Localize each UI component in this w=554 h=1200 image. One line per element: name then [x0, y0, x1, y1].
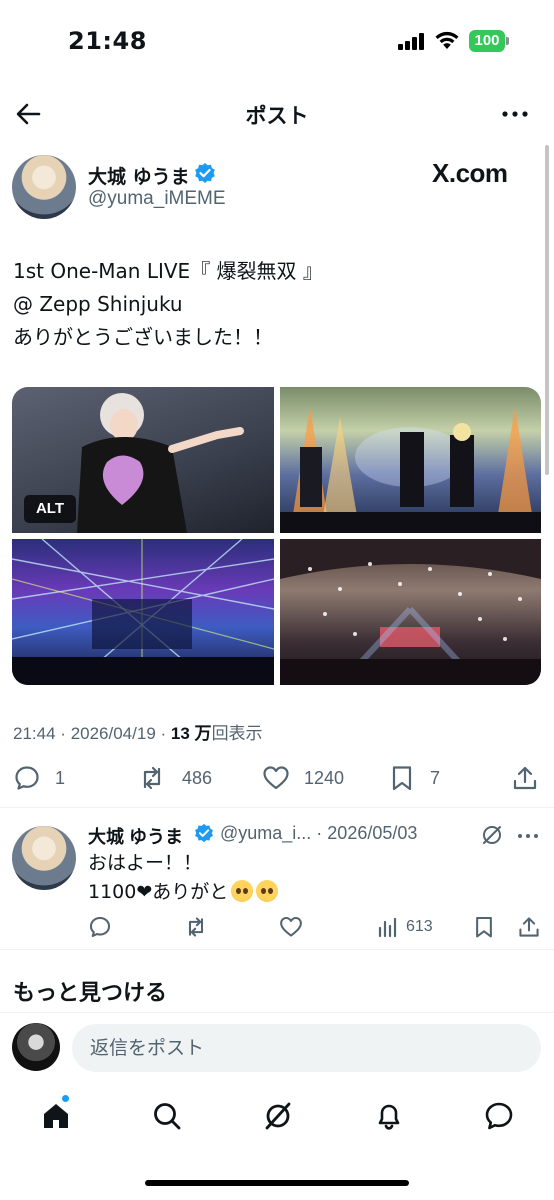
share-icon	[519, 917, 539, 937]
scrollbar[interactable]	[545, 145, 549, 475]
bottom-tab-bar	[0, 1090, 554, 1150]
post-text-line: @ Zepp Shinjuku	[13, 292, 183, 316]
author-avatar[interactable]	[12, 155, 76, 219]
verified-badge-icon	[195, 163, 215, 183]
share-icon	[513, 766, 537, 790]
divider	[0, 949, 554, 950]
media-grid: ALT	[12, 387, 541, 685]
reply-header: 大城 ゆうま @yuma_i... · 2026/05/03	[88, 823, 417, 849]
search-icon	[154, 1103, 181, 1130]
home-icon	[44, 1104, 68, 1128]
battery-level: 100	[469, 30, 505, 52]
bookmark-button[interactable]	[472, 914, 496, 940]
x-com-logo: X.com	[432, 158, 508, 188]
like-button[interactable]	[279, 914, 303, 940]
separator: ·	[160, 724, 167, 743]
divider	[0, 1012, 554, 1013]
post-date: 2026/04/19	[70, 724, 156, 743]
reply-actions: 613	[0, 910, 554, 944]
heart-icon	[263, 766, 289, 790]
battery-icon: 100	[469, 30, 509, 52]
cellular-signal-icon	[398, 33, 428, 50]
reply-author-avatar[interactable]	[12, 826, 76, 890]
discover-heading: もっと見つける	[13, 981, 168, 1006]
like-button[interactable]: 1240	[262, 764, 344, 792]
heart-icon	[280, 916, 302, 937]
divider	[0, 807, 554, 808]
analytics-icon	[378, 917, 397, 938]
media-image-3[interactable]	[12, 539, 274, 685]
repost-button[interactable]: 486	[136, 764, 212, 792]
status-bar: 21:48 100	[0, 0, 554, 80]
author-handle[interactable]: @yuma_iMEME	[88, 188, 226, 210]
tab-home[interactable]	[40, 1100, 72, 1132]
separator: ·	[60, 724, 66, 743]
share-button[interactable]	[517, 914, 541, 940]
bookmark-button[interactable]: 7	[388, 764, 440, 792]
views-button[interactable]: 613	[376, 914, 433, 940]
post-time: 21:44	[13, 724, 56, 743]
more-horizontal-icon[interactable]	[500, 100, 530, 128]
repost-icon	[188, 917, 204, 937]
views-label: 回表示	[211, 724, 263, 743]
reply-author-name[interactable]: 大城 ゆうま	[88, 827, 183, 847]
author-name[interactable]: 大城 ゆうま	[88, 162, 190, 189]
page-title: ポスト	[245, 104, 309, 128]
reply-button[interactable]	[88, 914, 112, 940]
post-meta: 21:44 · 2026/04/19 · 13 万回表示	[13, 719, 263, 744]
bookmark-count: 7	[430, 767, 441, 788]
reply-icon	[89, 916, 111, 938]
grok-icon[interactable]	[481, 824, 503, 846]
tab-search[interactable]	[151, 1100, 183, 1132]
media-image-2[interactable]	[280, 387, 541, 533]
more-horizontal-icon[interactable]	[516, 826, 540, 846]
post-text-line: ありがとうございました！！	[13, 325, 273, 349]
notifications-icon	[378, 1104, 400, 1130]
media-image-1[interactable]: ALT	[12, 387, 274, 533]
messages-icon	[485, 1102, 513, 1130]
reply-text-line: 1100❤ありがと	[88, 878, 279, 907]
reply-handle-date: @yuma_i... · 2026/05/03	[220, 823, 418, 843]
pleading-face-emoji	[256, 880, 279, 902]
top-nav: ポスト	[0, 88, 554, 140]
post-text-line: 1st One-Man LIVE『 爆裂無双 』	[13, 259, 323, 283]
share-button[interactable]	[511, 764, 539, 792]
verified-badge-icon	[195, 823, 213, 843]
laser-show-photo	[12, 539, 274, 685]
bookmark-icon	[392, 766, 412, 791]
views-count: 13 万	[170, 724, 212, 743]
home-unread-dot	[61, 1094, 70, 1103]
status-time: 21:48	[68, 27, 147, 55]
reply-button[interactable]: 1	[13, 764, 65, 792]
reply-text: おはよー！！ 1100❤ありがと	[88, 849, 279, 907]
repost-icon	[143, 766, 161, 790]
reply-text-line: おはよー！！	[88, 852, 203, 874]
home-indicator	[145, 1180, 409, 1186]
stage-photo	[280, 407, 541, 533]
tab-grok[interactable]	[262, 1100, 294, 1132]
repost-count: 486	[182, 767, 213, 788]
reply-views-count: 613	[406, 918, 433, 935]
bookmark-icon	[476, 916, 492, 938]
current-user-avatar[interactable]	[12, 1023, 60, 1071]
reply-input[interactable]: 返信をポスト	[72, 1024, 541, 1072]
grok-icon	[265, 1102, 291, 1130]
alt-badge[interactable]: ALT	[24, 495, 76, 523]
post-actions: 1 486 1240 7	[0, 758, 554, 798]
like-count: 1240	[304, 767, 345, 788]
media-image-4[interactable]	[280, 539, 541, 685]
pleading-face-emoji	[231, 880, 254, 902]
wifi-icon	[435, 31, 459, 49]
tab-messages[interactable]	[483, 1100, 515, 1132]
tab-notifications[interactable]	[373, 1100, 405, 1132]
reply-count: 1	[55, 767, 66, 788]
reply-icon	[15, 766, 39, 790]
post-text: 1st One-Man LIVE『 爆裂無双 』 @ Zepp Shinjuku…	[13, 255, 323, 354]
repost-button[interactable]	[184, 914, 208, 940]
confetti-photo	[280, 539, 541, 685]
